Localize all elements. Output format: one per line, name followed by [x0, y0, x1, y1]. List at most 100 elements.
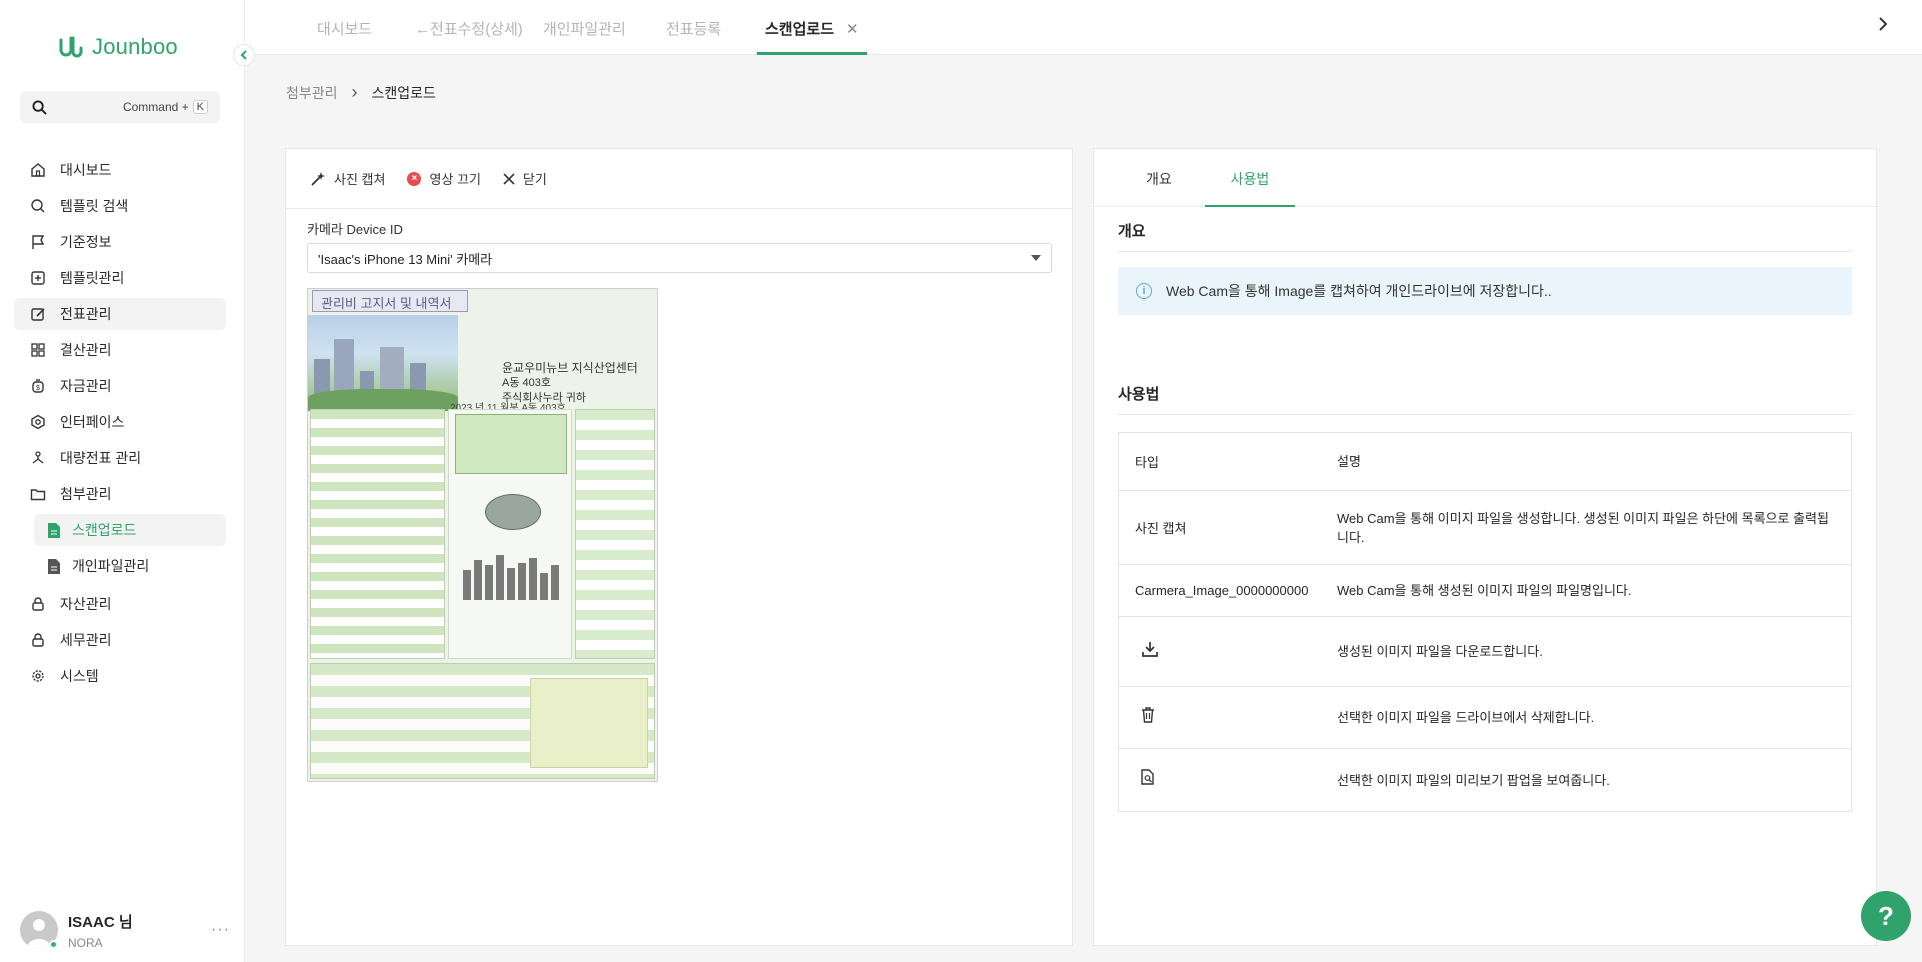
chevron-left-icon [240, 50, 247, 60]
capture-label: 사진 캡쳐 [334, 172, 386, 187]
row-desc: Web Cam을 통해 생성된 이미지 파일의 파일명입니다. [1337, 583, 1632, 598]
tab-label: 스캔업로드 [765, 21, 835, 38]
table-header-row: 타입 설명 [1119, 433, 1851, 491]
shortcut-key: K [192, 100, 208, 114]
breadcrumb-parent[interactable]: 첨부관리 [286, 83, 338, 103]
chevron-right-icon[interactable] [1878, 17, 1888, 36]
camera-device-value: 'Isaac's iPhone 13 Mini' 카메라 [318, 251, 493, 267]
camera-device-label: 카메라 Device ID [307, 222, 403, 237]
top-tab-bar: 대시보드 ←전표수정(상세) 개인파일관리 전표등록 스캔업로드 ✕ [245, 0, 1922, 55]
row-type: 사진 캡쳐 [1135, 521, 1187, 536]
scan-header: 윤교우미뉴브 지식산업센터 A동 403호 주식회사누라 귀하 [458, 299, 654, 404]
gear-icon [32, 670, 44, 682]
sidebar-item-bulk-voucher[interactable]: 대량전표 관리 [14, 442, 226, 474]
tab-dashboard[interactable]: 대시보드 [317, 18, 372, 55]
table-row: 선택한 이미지 파일의 미리보기 팝업을 보여줍니다. [1119, 749, 1851, 811]
search-shortcut: Command + K [123, 100, 208, 114]
table-row: 사진 캡쳐 Web Cam을 통해 이미지 파일을 생성합니다. 생성된 이미지… [1119, 491, 1851, 565]
camera-device-select[interactable]: 'Isaac's iPhone 13 Mini' 카메라 [307, 243, 1052, 273]
close-icon[interactable]: ✕ [846, 21, 859, 38]
scan-pie-graphic [485, 494, 541, 530]
grid-icon [31, 343, 45, 357]
home-icon [31, 163, 45, 177]
search-input[interactable]: Command + K [20, 91, 220, 123]
tab-label: 전표수정(상세) [430, 21, 523, 38]
scan-bar-graphic [463, 550, 559, 600]
scan-left-table [310, 409, 445, 659]
close-camera-button[interactable]: 닫기 [503, 169, 547, 188]
tab-voucher-edit[interactable]: ←전표수정(상세) [415, 18, 523, 55]
sidebar-item-label: 인터페이스 [60, 414, 125, 430]
logo-icon [59, 36, 83, 58]
row-type [1119, 749, 1337, 811]
tab-personal-files[interactable]: 개인파일관리 [543, 18, 626, 55]
user-name: ISAAC 님 [68, 913, 133, 931]
sidebar-item-label: 템플릿 검색 [60, 198, 129, 214]
row-type [1119, 617, 1337, 686]
edit-icon [31, 308, 45, 321]
sidebar-item-closing[interactable]: 결산관리 [14, 334, 226, 366]
sidebar-item-label: 기준정보 [60, 234, 112, 250]
template-icon [31, 271, 45, 285]
trash-icon [1142, 706, 1154, 723]
scan-right-table [575, 409, 655, 659]
help-button[interactable]: ? [1861, 891, 1911, 941]
sidebar-item-dashboard[interactable]: 대시보드 [14, 154, 226, 186]
sidebar-item-interface[interactable]: 인터페이스 [14, 406, 226, 438]
sidebar-item-master-data[interactable]: 기준정보 [14, 226, 226, 258]
tab-usage[interactable]: 사용법 [1205, 169, 1295, 207]
lock-icon [32, 597, 44, 611]
capture-photo-button[interactable]: 사진 캡쳐 [310, 169, 385, 188]
money-icon: $ [32, 379, 44, 393]
sidebar-item-funds[interactable]: $ 자금관리 [14, 370, 226, 402]
sidebar-item-scan-upload[interactable]: 스캔업로드 [34, 514, 226, 546]
folder-icon [30, 489, 46, 501]
bulk-icon [32, 451, 44, 464]
tab-overview[interactable]: 개요 [1146, 169, 1172, 207]
sidebar-item-label: 템플릿관리 [60, 270, 125, 286]
search-icon [32, 99, 47, 115]
sidebar-item-system[interactable]: 시스템 [14, 660, 226, 692]
divider [1118, 251, 1852, 252]
sidebar-item-voucher[interactable]: 전표관리 [14, 298, 226, 330]
shortcut-label: Command + [122, 100, 189, 114]
user-org: NORA [68, 935, 103, 950]
sidebar-item-template-manage[interactable]: 템플릿관리 [14, 262, 226, 294]
tab-scan-upload[interactable]: 스캔업로드 ✕ [757, 18, 867, 55]
scan-address-line: 윤교우미뉴브 지식산업센터 [502, 361, 638, 375]
chevron-down-icon [1031, 255, 1041, 261]
search-icon [31, 199, 45, 213]
sidebar-item-label: 첨부관리 [60, 486, 112, 502]
sidebar-item-template-search[interactable]: 템플릿 검색 [14, 190, 226, 222]
table-row: Carmera_Image_0000000000 Web Cam을 통해 생성된… [1119, 565, 1851, 617]
brand-logo[interactable]: Jounboo [58, 34, 178, 60]
scan-document-title: 관리비 고지서 및 내역서 [312, 290, 468, 312]
help-tabs: 개요 사용법 [1094, 149, 1876, 207]
column-header-type: 타입 [1135, 455, 1159, 470]
stop-video-button[interactable]: × 영상 끄기 [407, 169, 481, 188]
flag-icon [32, 235, 45, 249]
close-label: 닫기 [522, 172, 547, 187]
sidebar-item-label: 자금관리 [60, 378, 112, 394]
row-desc: 생성된 이미지 파일을 다운로드합니다. [1337, 644, 1543, 659]
file-icon [48, 558, 60, 574]
sidebar-item-personal-files[interactable]: 개인파일관리 [34, 550, 226, 582]
download-icon [1142, 641, 1158, 657]
column-header-desc: 설명 [1337, 454, 1361, 469]
row-type [1119, 687, 1337, 748]
info-alert: i Web Cam을 통해 Image를 캡쳐하여 개인드라이브에 저장합니다.… [1118, 267, 1852, 315]
sidebar-item-assets[interactable]: 자산관리 [14, 588, 226, 620]
sidebar-collapse-button[interactable] [233, 44, 255, 66]
stop-label: 영상 끄기 [429, 172, 481, 187]
sidebar-nav: 대시보드 템플릿 검색 기준정보 템플릿관리 전표관리 결산관리 $ 자금관리 [14, 154, 226, 696]
brand-name: Jounboo [92, 34, 178, 59]
more-options-icon[interactable]: ··· [211, 921, 230, 939]
camera-toolbar: 사진 캡쳐 × 영상 끄기 닫기 [286, 149, 1072, 209]
stop-icon: × [407, 171, 422, 186]
sidebar-item-attachments[interactable]: 첨부관리 [14, 478, 226, 510]
tab-voucher-register[interactable]: 전표등록 [666, 18, 721, 55]
camera-panel: 사진 캡쳐 × 영상 끄기 닫기 카메라 Device ID 'Isaac's … [285, 148, 1073, 946]
sidebar-item-tax[interactable]: 세무관리 [14, 624, 226, 656]
sidebar-item-label: 대시보드 [60, 162, 112, 178]
interface-icon [31, 414, 45, 430]
